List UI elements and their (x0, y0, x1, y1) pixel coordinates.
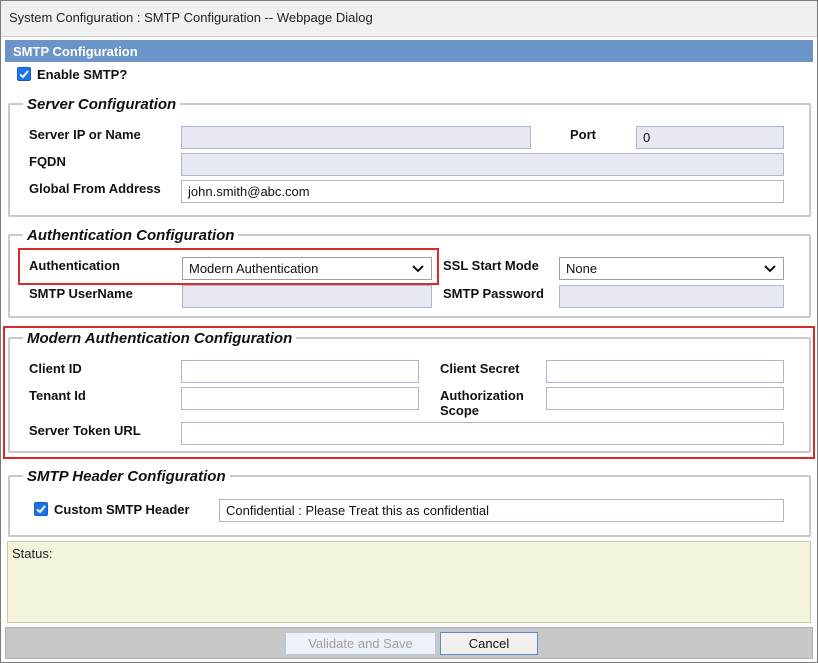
authorization-scope-input[interactable] (546, 387, 784, 410)
footer-bar: Validate and Save Cancel (5, 627, 813, 659)
smtp-header-title: SMTP Header Configuration (23, 468, 230, 485)
server-token-url-label: Server Token URL (29, 423, 141, 438)
ssl-start-mode-value: None (566, 261, 598, 276)
client-secret-input[interactable] (546, 360, 784, 383)
window-titlebar: System Configuration : SMTP Configuratio… (1, 1, 817, 37)
tenant-id-label: Tenant Id (29, 388, 86, 403)
chevron-down-icon (764, 265, 776, 273)
client-secret-label: Client Secret (440, 361, 520, 376)
authentication-highlight (18, 248, 439, 285)
fqdn-label: FQDN (29, 154, 66, 169)
ssl-start-mode-select[interactable]: None (559, 257, 784, 280)
smtp-username-label: SMTP UserName (29, 286, 133, 301)
ssl-start-mode-label: SSL Start Mode (443, 258, 539, 273)
authorization-scope-label-line2: Scope (440, 403, 480, 418)
check-icon (36, 505, 46, 514)
global-from-input[interactable]: john.smith@abc.com (181, 180, 784, 203)
validate-and-save-button[interactable]: Validate and Save (285, 632, 436, 655)
smtp-password-label: SMTP Password (443, 286, 544, 301)
fqdn-input[interactable] (181, 153, 784, 176)
client-id-input[interactable] (181, 360, 419, 383)
tenant-id-input[interactable] (181, 387, 419, 410)
server-ip-input[interactable] (181, 126, 531, 149)
custom-smtp-header-input[interactable]: Confidential : Please Treat this as conf… (219, 499, 784, 522)
enable-smtp-checkbox[interactable] (17, 67, 31, 81)
auth-config-title: Authentication Configuration (23, 227, 239, 244)
section-header-title: SMTP Configuration (13, 44, 138, 59)
smtp-password-input[interactable] (559, 285, 784, 308)
client-id-label: Client ID (29, 361, 82, 376)
status-label: Status: (12, 546, 53, 561)
port-label: Port (570, 127, 596, 142)
section-header: SMTP Configuration (5, 40, 813, 62)
smtp-username-input[interactable] (182, 285, 432, 308)
enable-smtp-label: Enable SMTP? (37, 67, 128, 82)
server-token-url-input[interactable] (181, 422, 784, 445)
port-input[interactable]: 0 (636, 126, 784, 149)
window-title: System Configuration : SMTP Configuratio… (9, 10, 373, 25)
authorization-scope-label-line1: Authorization (440, 388, 524, 403)
server-config-title: Server Configuration (23, 96, 181, 113)
global-from-label: Global From Address (29, 181, 161, 196)
custom-smtp-header-checkbox[interactable] (34, 502, 48, 516)
dialog-window: System Configuration : SMTP Configuratio… (0, 0, 818, 663)
custom-smtp-header-label: Custom SMTP Header (54, 502, 190, 517)
check-icon (19, 70, 29, 79)
server-ip-label: Server IP or Name (29, 127, 141, 142)
status-area: Status: (7, 541, 811, 623)
cancel-button[interactable]: Cancel (440, 632, 538, 655)
